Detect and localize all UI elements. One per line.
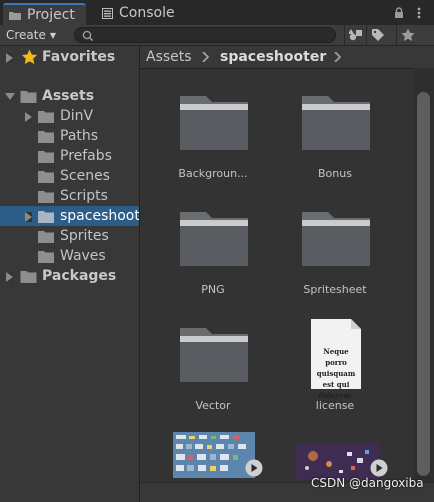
asset-license[interactable]: Neque porro quisquam est qui dolorem. li… bbox=[285, 318, 385, 418]
tree-item-assets[interactable]: Assets bbox=[0, 86, 139, 106]
tree-label: spaceshooter bbox=[60, 208, 140, 224]
chevron-right-icon bbox=[334, 52, 341, 62]
space-sprite-preview-image bbox=[295, 444, 379, 480]
tree-item-dinv[interactable]: DinV bbox=[0, 106, 139, 126]
play-icon[interactable] bbox=[245, 459, 263, 477]
asset-browser: Assets spaceshooter Backgroun... Bonus P… bbox=[140, 46, 434, 502]
license-preview-text: Neque porro quisquam est qui dolorem. bbox=[316, 347, 356, 400]
folder-icon bbox=[180, 96, 248, 150]
shapes-filter-icon bbox=[349, 29, 362, 41]
asset-folder-spritesheet[interactable]: Spritesheet bbox=[285, 206, 385, 302]
tree-item-paths[interactable]: Paths bbox=[0, 126, 139, 146]
folder-icon bbox=[20, 271, 37, 283]
search-icon bbox=[82, 30, 94, 42]
create-label: Create bbox=[6, 28, 46, 42]
star-icon bbox=[401, 28, 415, 42]
more-options-icon[interactable] bbox=[412, 5, 426, 21]
chevron-down-icon: ▼ bbox=[49, 31, 57, 40]
tree-label: Sprites bbox=[60, 228, 109, 244]
folder-icon bbox=[38, 151, 54, 163]
folder-icon bbox=[38, 191, 54, 203]
create-dropdown[interactable]: Create ▼ bbox=[6, 27, 56, 43]
tree-item-prefabs[interactable]: Prefabs bbox=[0, 146, 139, 166]
folder-icon bbox=[38, 211, 54, 223]
asset-folder-backgrounds[interactable]: Backgroun... bbox=[163, 90, 263, 186]
star-icon bbox=[21, 49, 38, 64]
folder-icon bbox=[38, 171, 54, 183]
tab-console-label: Console bbox=[119, 5, 175, 21]
folder-icon bbox=[302, 212, 370, 266]
asset-name: Spritesheet bbox=[303, 283, 367, 296]
folder-tab-icon bbox=[9, 12, 21, 20]
tree-label: DinV bbox=[60, 108, 94, 124]
tree-label: Assets bbox=[42, 88, 95, 104]
asset-folder-png[interactable]: PNG bbox=[163, 206, 263, 302]
tab-project[interactable]: Project bbox=[3, 3, 86, 25]
folder-icon bbox=[38, 131, 54, 143]
tree-item-packages[interactable]: Packages bbox=[0, 266, 139, 286]
search-by-label-button[interactable] bbox=[366, 25, 389, 45]
tree-label: Paths bbox=[60, 128, 99, 144]
expand-arrow-icon[interactable] bbox=[25, 212, 32, 222]
tab-console[interactable]: Console bbox=[100, 3, 190, 25]
tree-label: Waves bbox=[60, 248, 106, 264]
expand-arrow-icon[interactable] bbox=[6, 53, 13, 63]
vertical-scrollbar[interactable] bbox=[414, 68, 434, 482]
folder-icon bbox=[180, 328, 248, 382]
console-icon bbox=[102, 8, 113, 19]
play-icon[interactable] bbox=[370, 459, 388, 477]
tab-project-label: Project bbox=[27, 7, 75, 23]
asset-image-thumbnail[interactable] bbox=[173, 432, 273, 482]
project-toolbar: Create ▼ bbox=[0, 25, 434, 46]
asset-name: license bbox=[315, 399, 355, 412]
tree-item-waves[interactable]: Waves bbox=[0, 246, 139, 266]
search-by-type-button[interactable] bbox=[344, 25, 367, 45]
folder-icon bbox=[38, 251, 54, 263]
tree-label: Scripts bbox=[60, 188, 108, 204]
tree-label: Favorites bbox=[42, 49, 116, 65]
breadcrumb: Assets spaceshooter bbox=[140, 46, 434, 69]
tree-item-scenes[interactable]: Scenes bbox=[0, 166, 139, 186]
favorite-button[interactable] bbox=[396, 25, 419, 45]
scrollbar-thumb[interactable] bbox=[417, 92, 430, 476]
folder-icon bbox=[38, 231, 54, 243]
breadcrumb-assets[interactable]: Assets bbox=[146, 46, 192, 68]
asset-name: Vector bbox=[195, 399, 231, 412]
folder-icon bbox=[38, 111, 54, 123]
asset-name: Backgroun... bbox=[178, 167, 248, 180]
watermark-text: CSDN @dangoxiba bbox=[311, 476, 424, 490]
folder-icon bbox=[20, 91, 37, 103]
spritesheet-preview-image bbox=[173, 432, 255, 478]
collapse-arrow-icon[interactable] bbox=[5, 93, 15, 100]
tree-item-sprites[interactable]: Sprites bbox=[0, 226, 139, 246]
asset-name: Bonus bbox=[318, 167, 352, 180]
tree-label: Prefabs bbox=[60, 148, 112, 164]
tag-icon bbox=[372, 29, 384, 41]
tree-item-spaceshooter[interactable]: spaceshooter bbox=[0, 206, 139, 226]
asset-folder-vector[interactable]: Vector bbox=[163, 322, 263, 418]
chevron-right-icon bbox=[202, 52, 209, 62]
breadcrumb-spaceshooter[interactable]: spaceshooter bbox=[220, 46, 326, 68]
asset-folder-bonus[interactable]: Bonus bbox=[285, 90, 385, 186]
tree-label: Packages bbox=[42, 268, 117, 284]
project-tree: Favorites Assets DinV Paths Prefabs Scen… bbox=[0, 46, 140, 502]
expand-arrow-icon[interactable] bbox=[6, 272, 13, 282]
tab-bar: Project Console bbox=[0, 0, 434, 25]
tree-label: Scenes bbox=[60, 168, 110, 184]
folder-icon bbox=[302, 96, 370, 150]
lock-icon[interactable] bbox=[394, 7, 404, 19]
tree-item-scripts[interactable]: Scripts bbox=[0, 186, 139, 206]
folder-icon bbox=[180, 212, 248, 266]
expand-arrow-icon[interactable] bbox=[25, 112, 32, 122]
asset-name: PNG bbox=[201, 283, 225, 296]
tree-item-favorites[interactable]: Favorites bbox=[0, 47, 139, 67]
search-input[interactable] bbox=[74, 27, 336, 43]
